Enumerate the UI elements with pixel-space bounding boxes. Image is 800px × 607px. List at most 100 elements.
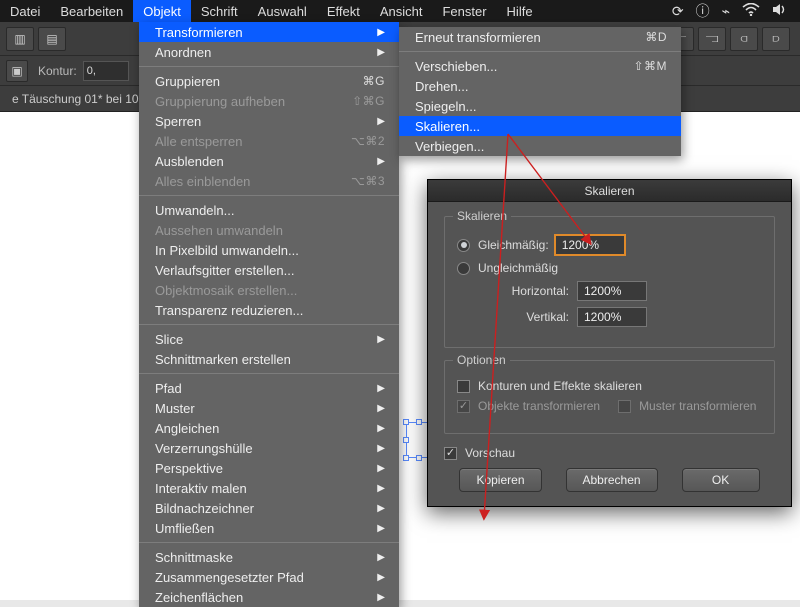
uniform-input[interactable] <box>555 235 625 255</box>
submenu-arrow-icon: ▶ <box>377 552 385 563</box>
menu-item[interactable]: Transformieren▶ <box>139 22 399 42</box>
swatch-button[interactable]: ▣ <box>6 60 28 82</box>
horizontal-input[interactable] <box>577 281 647 301</box>
ok-button[interactable]: OK <box>682 468 760 492</box>
menu-item-label: Angleichen <box>155 421 219 436</box>
menu-item-label: Verbiegen... <box>415 139 484 154</box>
copy-button[interactable]: Kopieren <box>459 468 541 492</box>
dialog-title: Skalieren <box>428 180 791 202</box>
menu-item-label: Transformieren <box>155 25 243 40</box>
menu-objekt[interactable]: Objekt <box>133 0 191 22</box>
strokes-check[interactable] <box>457 380 470 393</box>
menu-effekt[interactable]: Effekt <box>317 0 370 22</box>
menu-datei[interactable]: Datei <box>0 0 50 22</box>
menubar-status-icons: ⟳ ⓘ ⌁ <box>672 1 800 21</box>
menu-item-label: Perspektive <box>155 461 223 476</box>
submenu-arrow-icon: ▶ <box>377 592 385 603</box>
menu-item[interactable]: Angleichen▶ <box>139 418 399 438</box>
toolbar-button[interactable]: ▤ <box>38 27 66 51</box>
menu-item-label: Erneut transformieren <box>415 30 541 45</box>
menu-item[interactable]: Zeichenflächen▶ <box>139 587 399 607</box>
menu-item[interactable]: Verlaufsgitter erstellen... <box>139 260 399 280</box>
menu-item[interactable]: Erneut transformieren ⌘D <box>399 27 681 47</box>
transformieren-submenu: Erneut transformieren ⌘D Verschieben...⇧⌘M… <box>399 27 681 156</box>
wifi-icon <box>742 3 760 19</box>
submenu-arrow-icon: ▶ <box>377 463 385 474</box>
scale-dialog: Skalieren Skalieren Gleichmäßig: Ungleic… <box>427 179 792 507</box>
menu-item-label: Transparenz reduzieren... <box>155 303 303 318</box>
shortcut-label: ⌘D <box>645 30 667 44</box>
align-button[interactable]: ⫐ <box>762 27 790 51</box>
objects-check <box>457 400 470 413</box>
menu-item[interactable]: Verzerrungshülle▶ <box>139 438 399 458</box>
stroke-input[interactable] <box>83 61 129 81</box>
submenu-arrow-icon: ▶ <box>377 383 385 394</box>
submenu-arrow-icon: ▶ <box>377 403 385 414</box>
menu-item[interactable]: Umfließen▶ <box>139 518 399 538</box>
preview-check[interactable] <box>444 447 457 460</box>
menu-item[interactable]: Schnittmarken erstellen <box>139 349 399 369</box>
submenu-arrow-icon: ▶ <box>377 483 385 494</box>
menu-item[interactable]: Zusammengesetzter Pfad ▶ <box>139 567 399 587</box>
scale-group: Skalieren Gleichmäßig: Ungleichmäßig Hor… <box>444 216 775 348</box>
align-button[interactable]: ⫏ <box>730 27 758 51</box>
menu-schrift[interactable]: Schrift <box>191 0 248 22</box>
menu-item-label: Drehen... <box>415 79 468 94</box>
align-button[interactable]: ⫎ <box>698 27 726 51</box>
submenu-arrow-icon: ▶ <box>377 572 385 583</box>
menu-ansicht[interactable]: Ansicht <box>370 0 433 22</box>
objekt-dropdown: Transformieren▶Anordnen▶Gruppieren⌘GGrup… <box>139 22 399 607</box>
menu-item[interactable]: Sperren▶ <box>139 111 399 131</box>
menu-item-label: Zusammengesetzter Pfad <box>155 570 304 585</box>
menu-item[interactable]: Verbiegen... <box>399 136 681 156</box>
options-group-label: Optionen <box>453 353 510 367</box>
cancel-button[interactable]: Abbrechen <box>566 468 658 492</box>
menu-hilfe[interactable]: Hilfe <box>497 0 543 22</box>
menu-item-label: Bildnachzeichner <box>155 501 254 516</box>
menu-item[interactable]: Ausblenden▶ <box>139 151 399 171</box>
objects-label: Objekte transformieren <box>478 399 600 413</box>
menu-item[interactable]: In Pixelbild umwandeln... <box>139 240 399 260</box>
menu-item[interactable]: Spiegeln... <box>399 96 681 116</box>
vertical-input[interactable] <box>577 307 647 327</box>
options-group: Optionen Konturen und Effekte skalieren … <box>444 360 775 434</box>
menu-item[interactable]: Gruppieren⌘G <box>139 71 399 91</box>
nonuniform-radio[interactable] <box>457 262 470 275</box>
menu-item[interactable]: Drehen... <box>399 76 681 96</box>
patterns-label: Muster transformieren <box>639 399 756 413</box>
menu-item[interactable]: Pfad ▶ <box>139 378 399 398</box>
bluetooth-icon: ⌁ <box>722 3 730 20</box>
menu-item-label: Ausblenden <box>155 154 224 169</box>
submenu-arrow-icon: ▶ <box>377 334 385 345</box>
menu-item[interactable]: Anordnen ▶ <box>139 42 399 62</box>
menu-item[interactable]: Muster▶ <box>139 398 399 418</box>
menu-item-label: Interaktiv malen <box>155 481 247 496</box>
menu-item: Alle entsperren⌥⌘2 <box>139 131 399 151</box>
submenu-arrow-icon: ▶ <box>377 443 385 454</box>
menu-item[interactable]: Verschieben...⇧⌘M <box>399 56 681 76</box>
preview-label: Vorschau <box>465 446 515 460</box>
menu-item[interactable]: Interaktiv malen ▶ <box>139 478 399 498</box>
uniform-radio[interactable] <box>457 239 470 252</box>
submenu-arrow-icon: ▶ <box>377 47 385 58</box>
menu-item-label: Schnittmaske <box>155 550 233 565</box>
sync-icon: ⟳ <box>672 3 684 20</box>
menu-item[interactable]: Schnittmaske ▶ <box>139 547 399 567</box>
menu-item-label: Pfad <box>155 381 182 396</box>
shortcut-label: ⇧⌘M <box>633 59 667 73</box>
menu-item[interactable]: Umwandeln... <box>139 200 399 220</box>
scale-group-label: Skalieren <box>453 209 511 223</box>
menu-item[interactable]: Perspektive ▶ <box>139 458 399 478</box>
menu-fenster[interactable]: Fenster <box>432 0 496 22</box>
shortcut-label: ⌥⌘2 <box>351 134 385 148</box>
menu-item: Objektmosaik erstellen... <box>139 280 399 300</box>
menu-auswahl[interactable]: Auswahl <box>248 0 317 22</box>
menu-item[interactable]: Bildnachzeichner▶ <box>139 498 399 518</box>
toolbar-button[interactable]: ▥ <box>6 27 34 51</box>
menu-item[interactable]: Slice▶ <box>139 329 399 349</box>
menu-item: Alles einblenden⌥⌘3 <box>139 171 399 191</box>
menu-item[interactable]: Skalieren... <box>399 116 681 136</box>
menu-item-label: Anordnen <box>155 45 211 60</box>
menu-item[interactable]: Transparenz reduzieren... <box>139 300 399 320</box>
menu-bearbeiten[interactable]: Bearbeiten <box>50 0 133 22</box>
